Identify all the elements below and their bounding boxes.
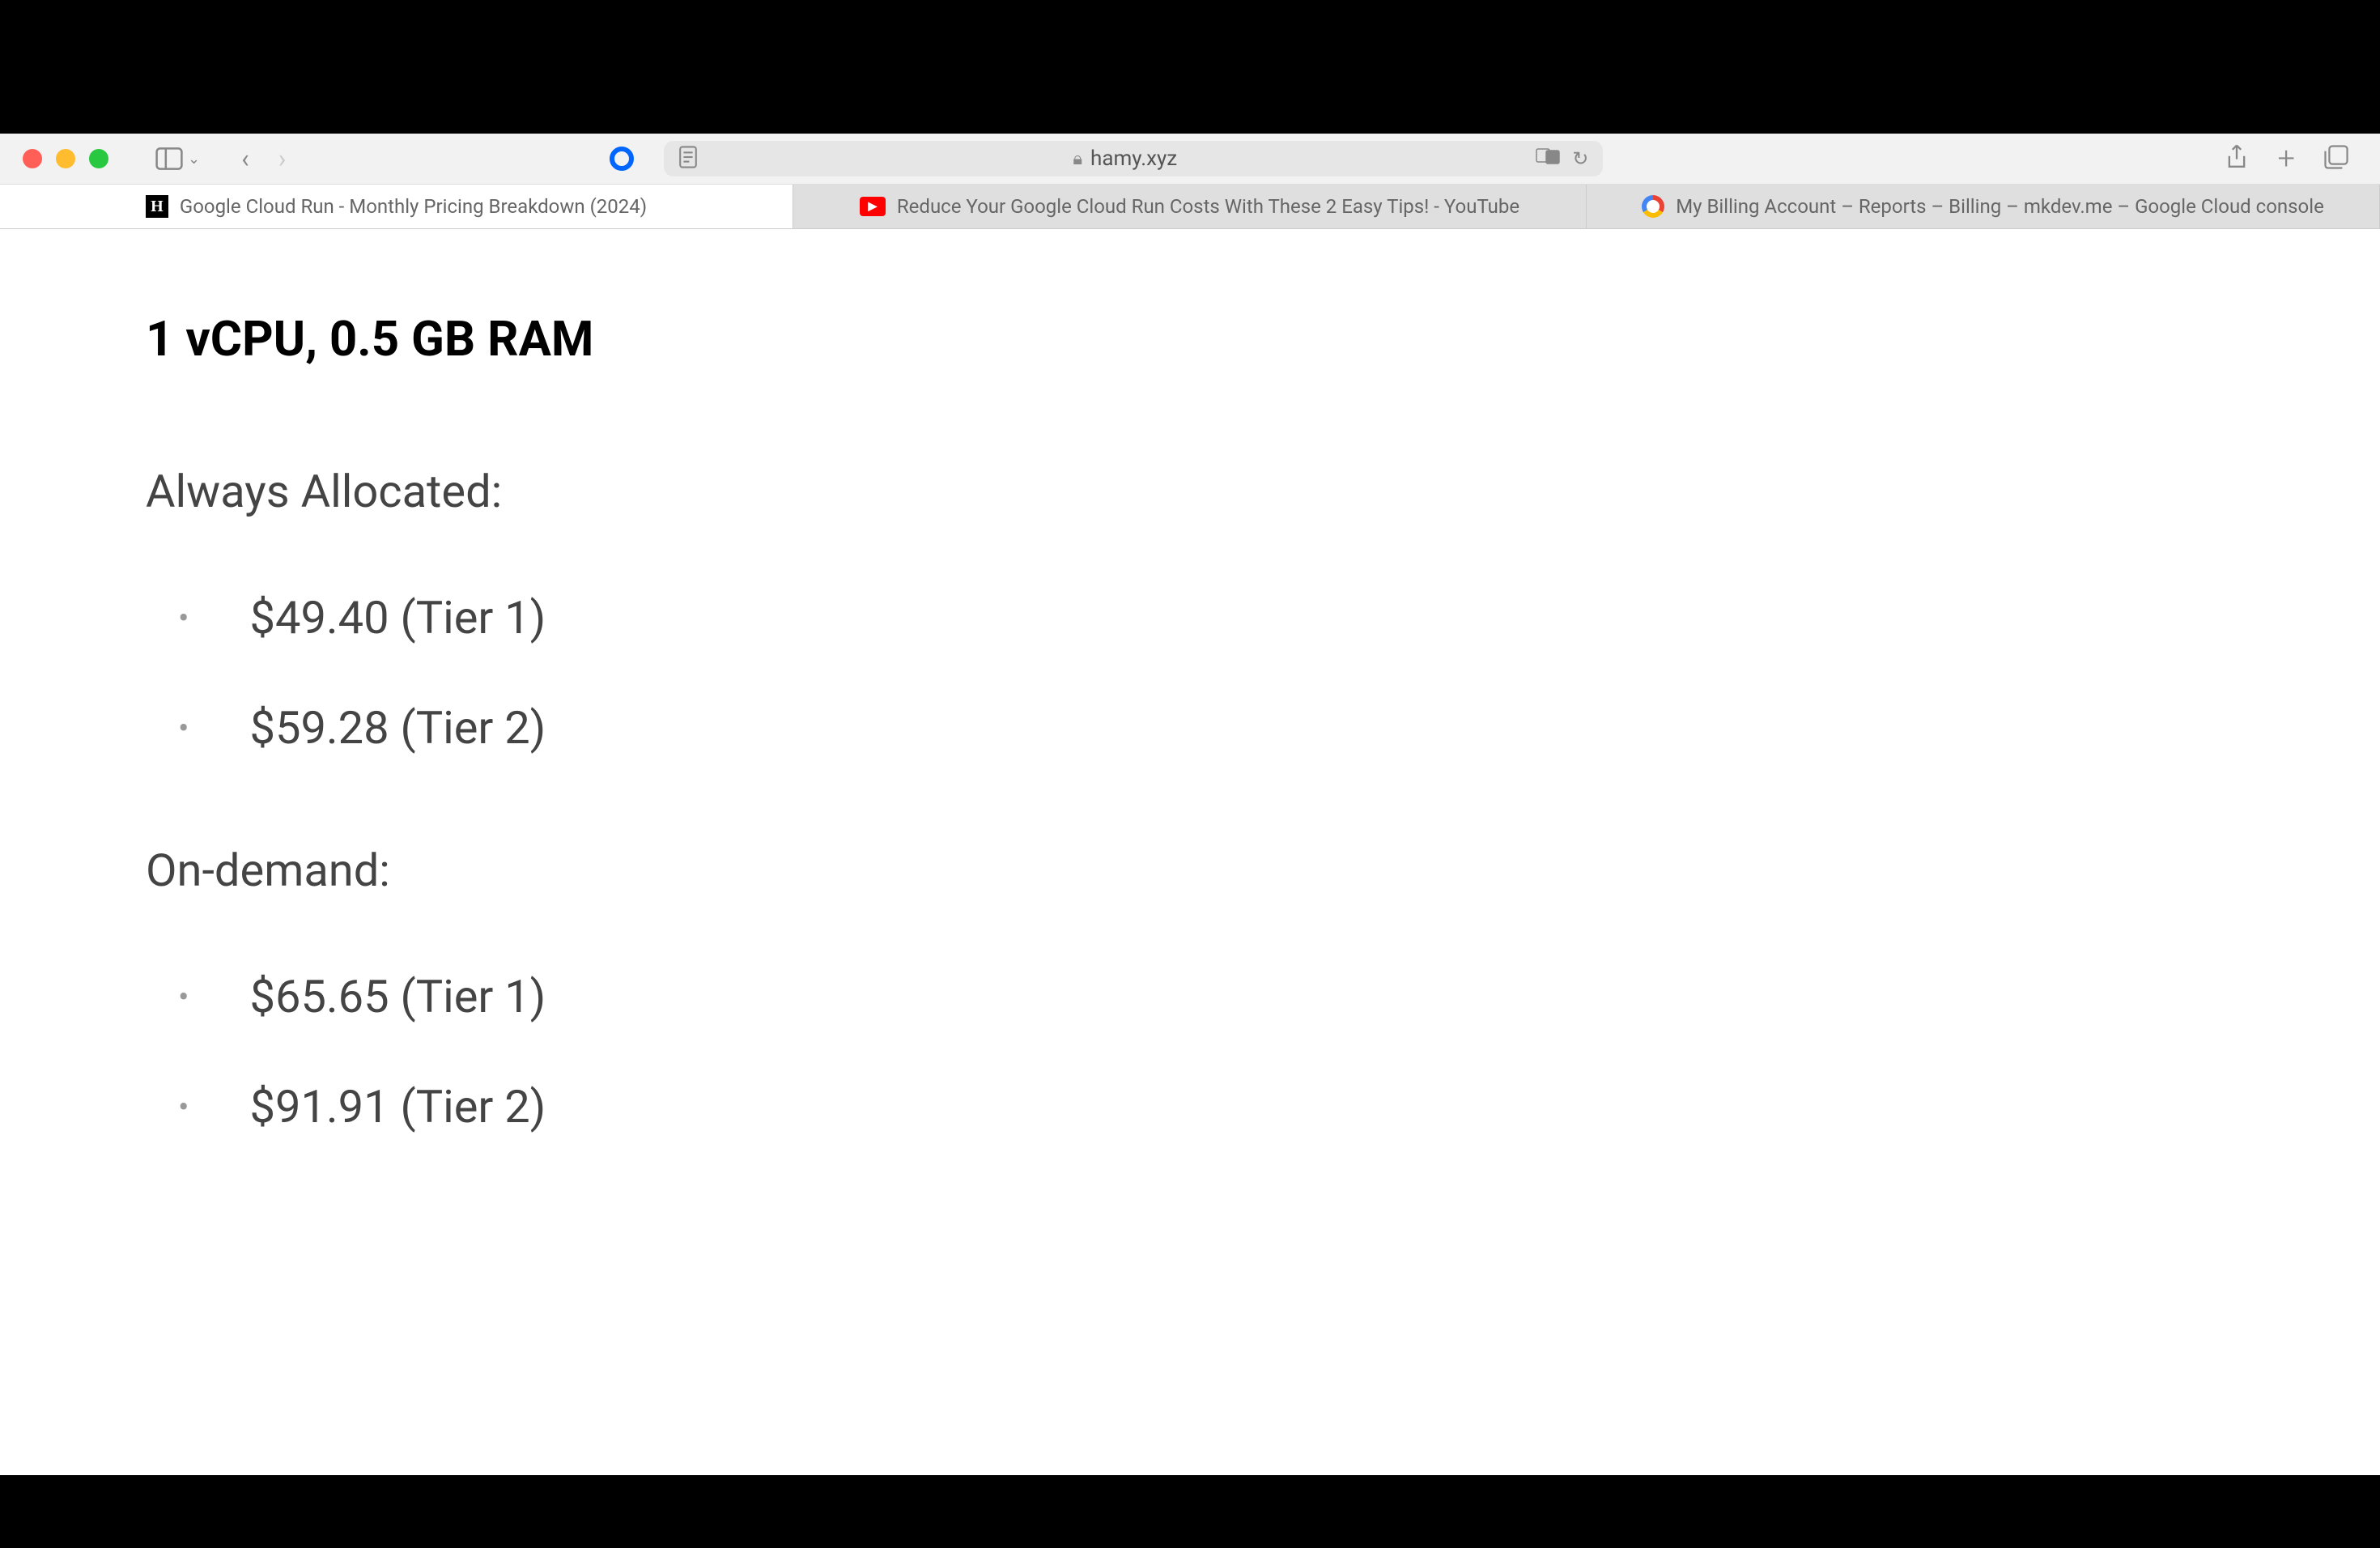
- favicon-youtube-icon: ▶: [860, 197, 886, 216]
- tab-title: Google Cloud Run - Monthly Pricing Break…: [180, 195, 647, 218]
- list-item: • $49.40 (Tier 1): [146, 591, 2234, 644]
- bullet-icon: •: [178, 709, 189, 747]
- list-item: • $59.28 (Tier 2): [146, 701, 2234, 755]
- address-bar[interactable]: 🔒︎ hamy.xyz ↻: [664, 141, 1603, 176]
- section-label-always-allocated: Always Allocated:: [146, 465, 2234, 518]
- bullet-icon: •: [178, 1088, 189, 1126]
- tab-youtube[interactable]: ▶ Reduce Your Google Cloud Run Costs Wit…: [793, 185, 1587, 228]
- back-button[interactable]: ‹: [235, 140, 256, 177]
- minimize-window-button[interactable]: [56, 149, 75, 168]
- translate-icon[interactable]: [1536, 147, 1560, 171]
- favicon-h-icon: H: [146, 195, 168, 218]
- sidebar-toggle-button[interactable]: ⌄: [151, 142, 205, 175]
- price-item: $91.91 (Tier 2): [250, 1080, 546, 1133]
- new-tab-button[interactable]: +: [2278, 141, 2295, 176]
- bullet-icon: •: [178, 978, 189, 1016]
- page-content: 1 vCPU, 0.5 GB RAM Always Allocated: • $…: [0, 229, 2380, 1475]
- price-item: $65.65 (Tier 1): [250, 970, 546, 1023]
- bullet-icon: •: [178, 599, 189, 637]
- sidebar-icon: [155, 147, 183, 170]
- toolbar-right: +: [2224, 141, 2349, 176]
- tab-title: My Billing Account – Reports – Billing –…: [1676, 195, 2324, 218]
- address-bar-content: 🔒︎ hamy.xyz: [714, 147, 1536, 171]
- favicon-google-cloud-icon: [1642, 195, 1664, 218]
- close-window-button[interactable]: [23, 149, 42, 168]
- list-item: • $65.65 (Tier 1): [146, 970, 2234, 1023]
- url-text: hamy.xyz: [1090, 147, 1177, 171]
- bottom-letterbox: [0, 1475, 2380, 1548]
- price-item: $49.40 (Tier 1): [250, 591, 546, 644]
- reader-mode-icon[interactable]: [678, 146, 698, 172]
- window-controls: [23, 149, 108, 168]
- price-list-on-demand: • $65.65 (Tier 1) • $91.91 (Tier 2): [146, 970, 2234, 1133]
- tabs-bar: H Google Cloud Run - Monthly Pricing Bre…: [0, 185, 2380, 229]
- page-heading: 1 vCPU, 0.5 GB RAM: [146, 310, 2234, 368]
- share-button[interactable]: [2224, 143, 2250, 174]
- browser-toolbar: ⌄ ‹ › 🔒︎ hamy.xyz: [0, 134, 2380, 185]
- navigation-arrows: ‹ ›: [235, 140, 292, 177]
- reload-icon[interactable]: ↻: [1572, 147, 1588, 170]
- tab-title: Reduce Your Google Cloud Run Costs With …: [897, 195, 1519, 218]
- lock-icon: 🔒︎: [1073, 149, 1082, 169]
- loading-indicator-icon: [610, 147, 634, 171]
- list-item: • $91.91 (Tier 2): [146, 1080, 2234, 1133]
- tab-google-cloud[interactable]: My Billing Account – Reports – Billing –…: [1587, 185, 2380, 228]
- forward-button[interactable]: ›: [272, 140, 293, 177]
- tab-pricing-breakdown[interactable]: H Google Cloud Run - Monthly Pricing Bre…: [0, 185, 793, 228]
- maximize-window-button[interactable]: [89, 149, 108, 168]
- section-label-on-demand: On-demand:: [146, 844, 2234, 897]
- top-letterbox: [0, 0, 2380, 134]
- browser-window: ⌄ ‹ › 🔒︎ hamy.xyz: [0, 134, 2380, 1475]
- price-item: $59.28 (Tier 2): [250, 701, 546, 755]
- chevron-down-icon: ⌄: [188, 151, 200, 168]
- tab-overview-button[interactable]: [2323, 143, 2349, 174]
- price-list-always-allocated: • $49.40 (Tier 1) • $59.28 (Tier 2): [146, 591, 2234, 755]
